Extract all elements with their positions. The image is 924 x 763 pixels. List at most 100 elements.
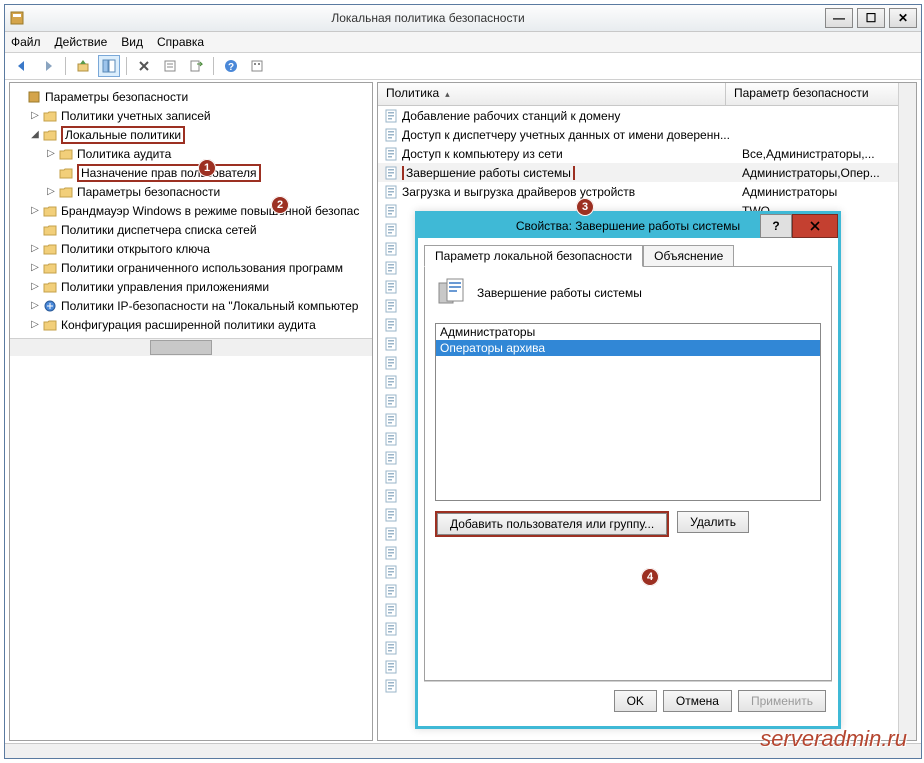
folder-icon xyxy=(42,299,58,313)
forward-button[interactable] xyxy=(37,55,59,77)
tab-local-security[interactable]: Параметр локальной безопасности xyxy=(424,245,643,267)
window-title: Локальная политика безопасности xyxy=(31,11,825,25)
show-tree-button[interactable] xyxy=(98,55,120,77)
cancel-button[interactable]: Отмена xyxy=(663,690,732,712)
badge-4: 4 xyxy=(641,568,659,586)
expand-icon[interactable]: ▷ xyxy=(28,205,42,216)
expand-icon[interactable]: ▷ xyxy=(28,262,42,273)
ok-button[interactable]: OK xyxy=(614,690,657,712)
tab-explanation[interactable]: Объяснение xyxy=(643,245,734,267)
close-button[interactable]: ✕ xyxy=(889,8,917,28)
policy-icon xyxy=(382,128,400,142)
policy-icon xyxy=(382,470,400,484)
expand-icon[interactable]: ▷ xyxy=(28,243,42,254)
tree-hscrollbar[interactable] xyxy=(10,338,372,356)
expand-icon[interactable]: ▷ xyxy=(28,281,42,292)
policy-icon xyxy=(382,356,400,370)
help-button[interactable]: ? xyxy=(220,55,242,77)
tree-item[interactable]: ▷Политики ограниченного использования пр… xyxy=(12,258,370,277)
properties-dialog: Свойства: Завершение работы системы ? Па… xyxy=(415,211,841,729)
menu-view[interactable]: Вид xyxy=(121,35,143,49)
tree-item[interactable]: ▷ Брандмауэр Windows в режиме повышенной … xyxy=(12,201,370,220)
policy-icon xyxy=(382,337,400,351)
remove-button[interactable]: Удалить xyxy=(677,511,749,533)
up-button[interactable] xyxy=(72,55,94,77)
policy-icon xyxy=(382,109,400,123)
expand-icon[interactable]: ▷ xyxy=(44,148,58,159)
refresh-button[interactable] xyxy=(246,55,268,77)
members-listbox[interactable]: Администраторы Операторы архива xyxy=(435,323,821,501)
dialog-close-button[interactable] xyxy=(792,214,838,238)
folder-icon xyxy=(42,109,58,123)
tree-item-label: Конфигурация расширенной политики аудита xyxy=(61,318,316,332)
policy-icon xyxy=(382,584,400,598)
list-header: Политика▴ Параметр безопасности xyxy=(378,83,898,106)
add-user-button[interactable]: Добавить пользователя или группу... xyxy=(437,513,667,535)
header-policy[interactable]: Политика▴ xyxy=(378,83,726,105)
badge-1: 1 xyxy=(198,159,216,177)
tree-item-label: Брандмауэр Windows в режиме повышенной б… xyxy=(61,204,359,218)
menu-help[interactable]: Справка xyxy=(157,35,204,49)
dialog-titlebar: Свойства: Завершение работы системы ? xyxy=(418,214,838,238)
policy-icon xyxy=(382,489,400,503)
policy-icon xyxy=(382,299,400,313)
watermark: serveradmin.ru xyxy=(760,726,907,752)
expand-icon[interactable]: ▷ xyxy=(44,186,58,197)
tree-item[interactable]: Назначение прав пользователя xyxy=(12,163,370,182)
expand-icon[interactable]: ▷ xyxy=(28,319,42,330)
policy-name: Добавление рабочих станций к домену xyxy=(400,109,738,123)
policy-name: Загрузка и выгрузка драйверов устройств xyxy=(400,185,738,199)
policy-row[interactable]: Доступ к компьютеру из сетиВсе,Администр… xyxy=(378,144,898,163)
expand-icon[interactable]: ◢ xyxy=(28,129,42,140)
header-param[interactable]: Параметр безопасности xyxy=(726,83,898,105)
policy-name: Доступ к компьютеру из сети xyxy=(400,147,738,161)
dialog-footer: OK Отмена Применить xyxy=(424,681,832,720)
tree-item-label: Параметры безопасности xyxy=(77,185,220,199)
tree-item[interactable]: ▷ Конфигурация расширенной политики аудит… xyxy=(12,315,370,334)
tree-item[interactable]: ▷ Параметры безопасности xyxy=(12,182,370,201)
svg-text:?: ? xyxy=(228,62,234,73)
back-button[interactable] xyxy=(11,55,33,77)
menubar: Файл Действие Вид Справка xyxy=(5,32,921,53)
tree-panel: Параметры безопасности ▷Политики учетных… xyxy=(9,82,373,741)
policy-icon xyxy=(382,261,400,275)
policy-icon xyxy=(382,546,400,560)
tree-item[interactable]: ▷Политики учетных записей xyxy=(12,106,370,125)
menu-action[interactable]: Действие xyxy=(55,35,108,49)
minimize-button[interactable]: — xyxy=(825,8,853,28)
policy-icon xyxy=(382,166,400,180)
menu-file[interactable]: Файл xyxy=(11,35,41,49)
member-item-selected[interactable]: Операторы архива xyxy=(436,340,820,356)
tree-item-label: Политики IP-безопасности на "Локальный к… xyxy=(61,299,358,313)
expand-icon[interactable]: ▷ xyxy=(28,300,42,311)
apply-button[interactable]: Применить xyxy=(738,690,826,712)
folder-icon xyxy=(58,166,74,180)
folder-icon xyxy=(42,223,58,237)
folder-icon xyxy=(42,204,58,218)
list-vscrollbar[interactable] xyxy=(898,83,916,740)
delete-button[interactable] xyxy=(133,55,155,77)
dialog-tabs: Параметр локальной безопасности Объяснен… xyxy=(424,244,832,266)
tree-root[interactable]: Параметры безопасности xyxy=(12,87,370,106)
tree-item[interactable]: Политики диспетчера списка сетей xyxy=(12,220,370,239)
security-icon xyxy=(26,90,42,104)
policy-icon xyxy=(382,603,400,617)
dialog-help-button[interactable]: ? xyxy=(760,214,792,238)
policy-row[interactable]: Загрузка и выгрузка драйверов устройствА… xyxy=(378,182,898,201)
tree-item-label: Политики открытого ключа xyxy=(61,242,210,256)
tree-item[interactable]: ▷Политики управления приложениями xyxy=(12,277,370,296)
policy-row[interactable]: Завершение работы системыАдминистраторы,… xyxy=(378,163,898,182)
properties-button[interactable] xyxy=(159,55,181,77)
policy-value: Администраторы,Опер... xyxy=(738,166,898,180)
tree-item[interactable]: ▷ Политики открытого ключа xyxy=(12,239,370,258)
maximize-button[interactable]: ☐ xyxy=(857,8,885,28)
member-item[interactable]: Администраторы xyxy=(436,324,820,340)
titlebar: Локальная политика безопасности — ☐ ✕ xyxy=(5,5,921,32)
tree-item[interactable]: ▷Политика аудита xyxy=(12,144,370,163)
policy-row[interactable]: Доступ к диспетчеру учетных данных от им… xyxy=(378,125,898,144)
tree-item[interactable]: ◢Локальные политики xyxy=(12,125,370,144)
export-button[interactable] xyxy=(185,55,207,77)
policy-row[interactable]: Добавление рабочих станций к домену xyxy=(378,106,898,125)
tree-item[interactable]: ▷ Политики IP-безопасности на "Локальный … xyxy=(12,296,370,315)
expand-icon[interactable]: ▷ xyxy=(28,110,42,121)
